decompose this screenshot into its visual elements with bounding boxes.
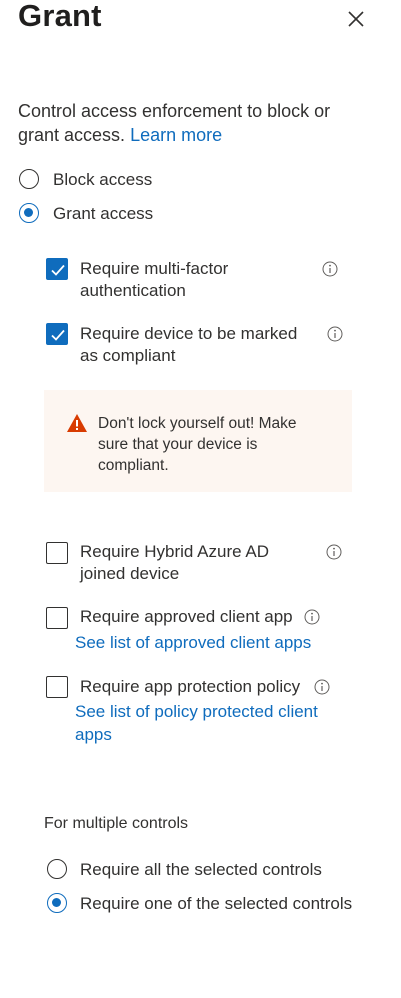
learn-more-link[interactable]: Learn more xyxy=(130,125,222,145)
require-all-radio[interactable] xyxy=(47,859,67,879)
app-protection-policy-label: Require app protection policy xyxy=(80,677,301,696)
app-protection-policy-checkbox[interactable] xyxy=(46,676,68,698)
warning-text: Don't lock yourself out! Make sure that … xyxy=(98,415,297,474)
info-icon[interactable] xyxy=(322,261,338,277)
approved-client-apps-link[interactable]: See list of approved client apps xyxy=(75,631,345,654)
hybrid-joined-checkbox[interactable] xyxy=(46,542,68,564)
info-icon[interactable] xyxy=(326,544,342,560)
block-access-radio[interactable] xyxy=(19,169,39,189)
block-access-label[interactable]: Block access xyxy=(53,169,152,191)
mfa-label: Require multi-factor authentication xyxy=(80,259,229,300)
policy-protected-apps-link[interactable]: See list of policy protected client apps xyxy=(75,700,340,746)
info-icon[interactable] xyxy=(304,609,320,625)
info-icon[interactable] xyxy=(314,679,330,695)
grant-access-radio[interactable] xyxy=(19,203,39,223)
checkmark-icon xyxy=(51,264,65,276)
compliant-device-checkbox[interactable] xyxy=(46,323,68,345)
grant-access-label[interactable]: Grant access xyxy=(53,203,153,225)
require-one-radio[interactable] xyxy=(47,893,67,913)
approved-client-app-label: Require approved client app xyxy=(80,607,293,626)
checkmark-icon xyxy=(51,329,65,341)
hybrid-joined-label: Require Hybrid Azure AD joined device xyxy=(80,542,269,583)
close-icon xyxy=(348,11,364,27)
description: Control access enforcement to block or g… xyxy=(18,99,358,147)
close-button[interactable] xyxy=(343,6,369,32)
mfa-checkbox[interactable] xyxy=(46,258,68,280)
multiple-controls-heading: For multiple controls xyxy=(44,815,189,832)
require-all-label[interactable]: Require all the selected controls xyxy=(80,859,322,881)
compliant-device-label: Require device to be marked as compliant xyxy=(80,324,298,365)
info-icon[interactable] xyxy=(327,326,343,342)
approved-client-app-checkbox[interactable] xyxy=(46,607,68,629)
require-one-label[interactable]: Require one of the selected controls xyxy=(80,893,352,915)
warning-triangle-icon xyxy=(67,414,87,432)
panel-title: Grant xyxy=(18,0,102,33)
